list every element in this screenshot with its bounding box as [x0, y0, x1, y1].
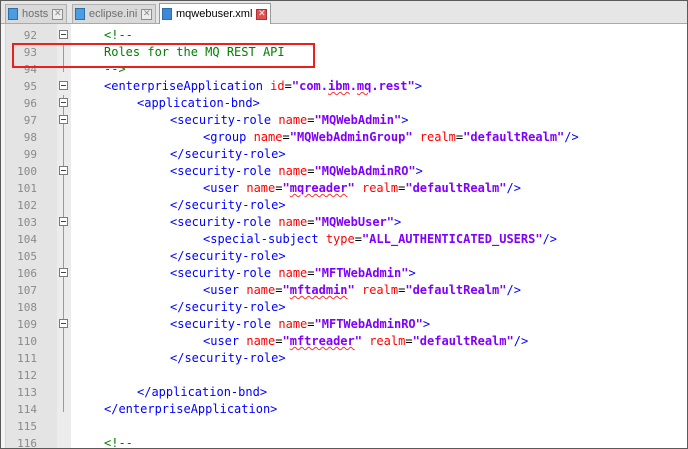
line-number: 106: [17, 267, 37, 280]
code-line[interactable]: 105 </security-role>: [1, 248, 687, 265]
code-line[interactable]: 104 <special-subject type="ALL_AUTHENTICA…: [1, 231, 687, 248]
line-number: 100: [17, 165, 37, 178]
line-number: 95: [23, 80, 37, 93]
file-icon: [8, 8, 18, 20]
highlight-box: [12, 43, 315, 68]
line-number: 103: [17, 216, 37, 229]
code-text: </security-role>: [170, 147, 286, 161]
tab-label: hosts: [22, 8, 49, 20]
fold-toggle-icon[interactable]: [59, 30, 68, 39]
code-text: </security-role>: [170, 198, 286, 212]
line-number: 111: [17, 352, 37, 365]
code-text: <group name="MQWebAdminGroup" realm="def…: [203, 130, 579, 144]
code-text: <!--: [104, 436, 133, 449]
line-number: 115: [17, 420, 37, 433]
line-number: 101: [17, 182, 37, 195]
close-icon[interactable]: ✕: [256, 8, 268, 20]
tab-hosts[interactable]: hosts ✕: [5, 4, 68, 23]
code-text: <enterpriseApplication id="com.ibm.mq.re…: [104, 79, 422, 93]
code-text: <security-role name="MQWebAdminRO">: [170, 164, 423, 178]
code-text: <user name="mqreader" realm="defaultReal…: [203, 181, 521, 195]
line-number: 102: [17, 199, 37, 212]
code-line[interactable]: 113 </application-bnd>: [1, 384, 687, 401]
code-line[interactable]: 109 <security-role name="MFTWebAdminRO">: [1, 316, 687, 333]
code-line[interactable]: 99 </security-role>: [1, 146, 687, 163]
line-number: 97: [23, 114, 37, 127]
code-line[interactable]: 95 <enterpriseApplication id="com.ibm.mq.…: [1, 78, 687, 95]
code-line[interactable]: 96 <application-bnd>: [1, 95, 687, 112]
tab-eclipse-ini[interactable]: eclipse.ini ✕: [72, 4, 157, 23]
code-text: </security-role>: [170, 351, 286, 365]
line-number: 105: [17, 250, 37, 263]
line-number: 108: [17, 301, 37, 314]
tab-bar: hosts ✕ eclipse.ini ✕ mqwebuser.xml ✕: [1, 1, 687, 24]
fold-toggle-icon[interactable]: [59, 319, 68, 328]
code-line[interactable]: 101 <user name="mqreader" realm="defaultR…: [1, 180, 687, 197]
code-text: <special-subject type="ALL_AUTHENTICATED…: [203, 232, 558, 246]
file-icon: [162, 8, 172, 20]
fold-toggle-icon[interactable]: [59, 268, 68, 277]
code-text: </enterpriseApplication>: [104, 402, 278, 416]
line-number: 113: [17, 386, 37, 399]
close-icon[interactable]: ✕: [141, 8, 153, 20]
line-number: 98: [23, 131, 37, 144]
code-line[interactable]: 111 </security-role>: [1, 350, 687, 367]
code-text: <security-role name="MFTWebAdmin">: [170, 266, 416, 280]
code-line[interactable]: 115: [1, 418, 687, 435]
line-number: 112: [17, 369, 37, 382]
code-text: </application-bnd>: [137, 385, 268, 399]
code-line[interactable]: 92 <!--: [1, 27, 687, 44]
code-line[interactable]: 98 <group name="MQWebAdminGroup" realm="d…: [1, 129, 687, 146]
code-text: <security-role name="MQWebUser">: [170, 215, 402, 229]
code-line[interactable]: 116 <!--: [1, 435, 687, 449]
fold-toggle-icon[interactable]: [59, 98, 68, 107]
code-text: </security-role>: [170, 300, 286, 314]
code-line[interactable]: 97 <security-role name="MQWebAdmin">: [1, 112, 687, 129]
code-line[interactable]: 100 <security-role name="MQWebAdminRO">: [1, 163, 687, 180]
code-line[interactable]: 106 <security-role name="MFTWebAdmin">: [1, 265, 687, 282]
code-text: <security-role name="MQWebAdmin">: [170, 113, 409, 127]
code-line[interactable]: 108 </security-role>: [1, 299, 687, 316]
code-text: <user name="mftadmin" realm="defaultReal…: [203, 283, 521, 297]
line-number: 116: [17, 437, 37, 449]
line-number: 114: [17, 403, 37, 416]
code-text: <application-bnd>: [137, 96, 260, 110]
code-line[interactable]: 102 </security-role>: [1, 197, 687, 214]
fold-toggle-icon[interactable]: [59, 166, 68, 175]
tab-label: mqwebuser.xml: [176, 8, 253, 20]
tab-mqwebuser-xml[interactable]: mqwebuser.xml ✕: [159, 3, 272, 24]
line-number: 104: [17, 233, 37, 246]
editor-window: hosts ✕ eclipse.ini ✕ mqwebuser.xml ✕ 92…: [0, 0, 688, 449]
close-icon[interactable]: ✕: [52, 8, 64, 20]
code-line[interactable]: 114 </enterpriseApplication>: [1, 401, 687, 418]
line-number: 107: [17, 284, 37, 297]
code-text: </security-role>: [170, 249, 286, 263]
line-number: 92: [23, 29, 37, 42]
code-line[interactable]: 110 <user name="mftreader" realm="default…: [1, 333, 687, 350]
fold-toggle-icon[interactable]: [59, 217, 68, 226]
line-number: 99: [23, 148, 37, 161]
code-text: <user name="mftreader" realm="defaultRea…: [203, 334, 529, 348]
code-line[interactable]: 103 <security-role name="MQWebUser">: [1, 214, 687, 231]
code-line[interactable]: 107 <user name="mftadmin" realm="defaultR…: [1, 282, 687, 299]
file-icon: [75, 8, 85, 20]
tab-label: eclipse.ini: [89, 8, 138, 20]
line-number: 96: [23, 97, 37, 110]
fold-toggle-icon[interactable]: [59, 81, 68, 90]
line-number: 110: [17, 335, 37, 348]
code-text: <!--: [104, 28, 133, 42]
code-line[interactable]: 112: [1, 367, 687, 384]
code-text: <security-role name="MFTWebAdminRO">: [170, 317, 431, 331]
line-number: 109: [17, 318, 37, 331]
fold-toggle-icon[interactable]: [59, 115, 68, 124]
